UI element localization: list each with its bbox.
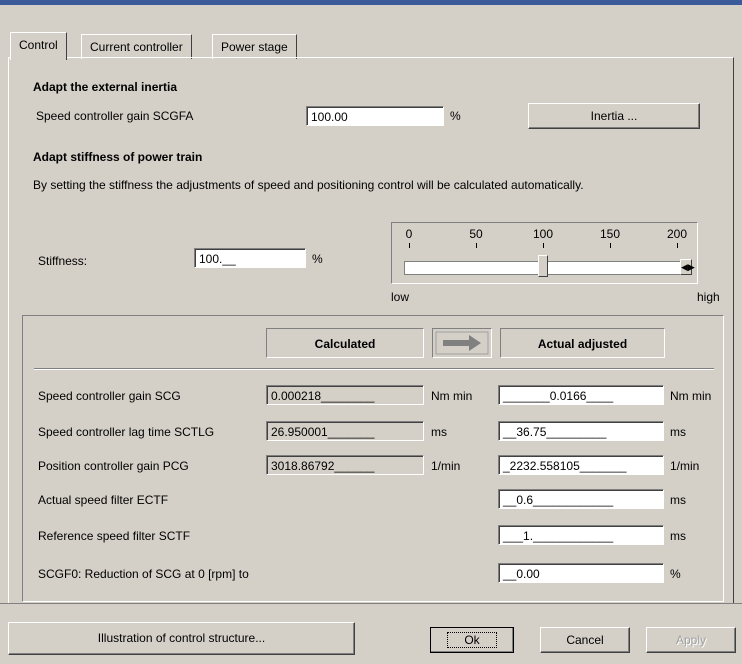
stiffness-input[interactable]: 100.__ — [194, 248, 306, 268]
slider-high-label: high — [697, 290, 720, 304]
tick-label: 0 — [405, 227, 413, 241]
sctlg-actual-input[interactable]: __36.75_________ — [498, 421, 664, 441]
stiffness-description: By setting the stiffness the adjustments… — [33, 178, 584, 192]
tick-mark — [476, 243, 477, 248]
inertia-button[interactable]: Inertia ... — [528, 103, 700, 129]
tick-label: 200 — [666, 227, 688, 241]
scgf0-actual-unit: % — [670, 567, 681, 581]
ok-button-label: Ok — [447, 632, 497, 648]
scgfa-input[interactable]: 100.00 — [306, 106, 444, 126]
sctlg-calc-unit: ms — [431, 425, 447, 439]
slider-low-label: low — [391, 290, 410, 304]
scgfa-label: Speed controller gain SCGFA — [36, 109, 194, 123]
row-label-pcg: Position controller gain PCG — [38, 459, 189, 473]
inertia-heading: Adapt the external inertia — [33, 80, 178, 94]
tick-label: 50 — [469, 227, 483, 241]
scg-calc-unit: Nm min — [431, 389, 473, 403]
sctlg-actual-unit: ms — [670, 425, 686, 439]
sctf-actual-unit: ms — [670, 529, 686, 543]
scg-actual-unit: Nm min — [670, 389, 712, 403]
tick-label: 100 — [532, 227, 554, 241]
row-label-scgf0: SCGF0: Reduction of SCG at 0 [rpm] to — [38, 567, 249, 581]
tick-label: 150 — [599, 227, 621, 241]
scg-calculated: 0.000218________ — [266, 385, 424, 405]
sctf-actual-input[interactable]: ___1.____________ — [498, 525, 664, 545]
stiffness-unit: % — [312, 252, 323, 266]
stiffness-label: Stiffness: — [38, 254, 88, 268]
calculated-header: Calculated — [266, 328, 424, 358]
header-divider — [34, 368, 714, 370]
scgfa-unit: % — [450, 109, 461, 123]
tab-control[interactable]: Control — [10, 32, 67, 60]
tick-mark — [677, 243, 678, 248]
ectf-actual-input[interactable]: __0.6____________ — [498, 489, 664, 509]
illustration-button[interactable]: Illustration of control structure... — [8, 622, 355, 655]
row-label-ectf: Actual speed filter ECTF — [38, 493, 169, 507]
tick-mark — [543, 243, 544, 248]
tab-current-controller[interactable]: Current controller — [81, 34, 192, 59]
tab-power-stage[interactable]: Power stage — [212, 34, 297, 59]
row-label-sctlg: Speed controller lag time SCTLG — [38, 425, 215, 439]
slider-spin-arrows-icon[interactable]: ◀▶ — [680, 259, 695, 275]
right-arrow-icon — [435, 331, 489, 355]
row-label-scg: Speed controller gain SCG — [38, 389, 181, 403]
slider-thumb[interactable] — [538, 255, 548, 277]
scgf0-actual-input[interactable]: __0.00 — [498, 563, 664, 583]
sctlg-calculated: 26.950001_______ — [266, 421, 424, 441]
pcg-calc-unit: 1/min — [431, 459, 461, 473]
actual-adjusted-header: Actual adjusted — [500, 328, 665, 358]
tick-mark — [610, 243, 611, 248]
apply-button[interactable]: Apply — [646, 627, 736, 653]
scg-actual-input[interactable]: _______0.0166____ — [498, 385, 664, 405]
ok-button[interactable]: Ok — [430, 627, 514, 653]
transfer-arrow-button[interactable] — [432, 328, 492, 358]
stiffness-heading: Adapt stiffness of power train — [33, 150, 203, 164]
pcg-calculated: 3018.86792______ — [266, 455, 424, 475]
cancel-button[interactable]: Cancel — [540, 627, 630, 653]
row-label-sctf: Reference speed filter SCTF — [38, 529, 191, 543]
ectf-actual-unit: ms — [670, 493, 686, 507]
pcg-actual-input[interactable]: _2232.558105_______ — [498, 455, 664, 475]
pcg-actual-unit: 1/min — [670, 459, 700, 473]
tick-mark — [409, 243, 410, 248]
stiffness-slider[interactable]: 0 50 100 150 200 ◀▶ — [391, 222, 698, 284]
